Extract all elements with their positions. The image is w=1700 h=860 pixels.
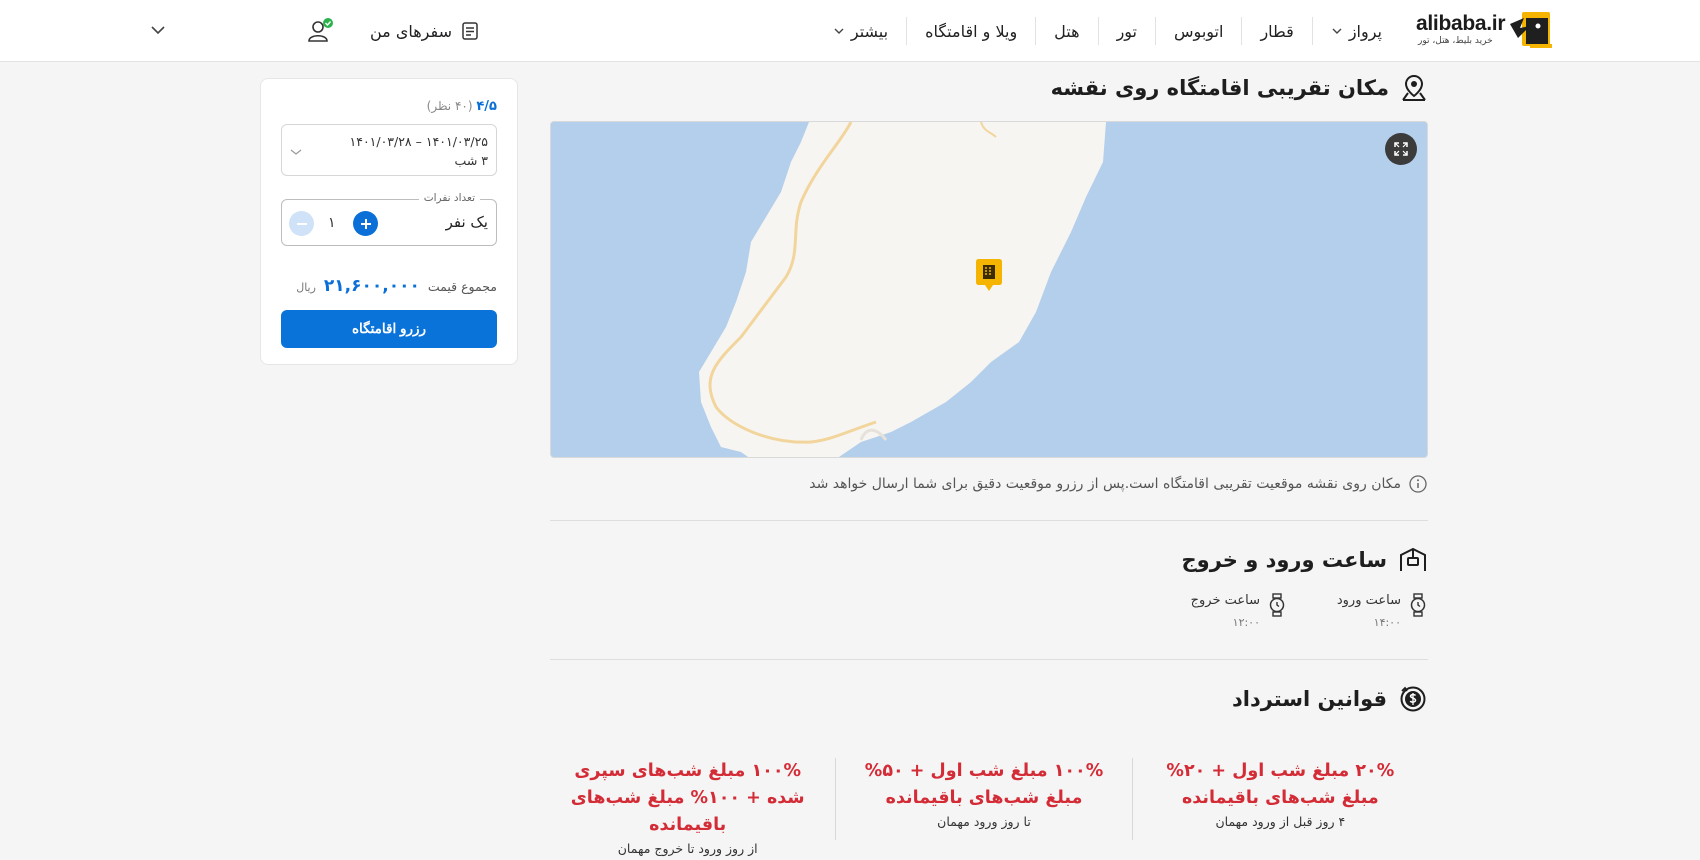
refund-rule-condition: از روز ورود تا خروج مهمان (617, 841, 758, 856)
booking-card: ۴/۵ (۴۰ نظر) ۱۴۰۱/۰۳/۲۵ – ۱۴۰۱/۰۳/۲۸ ۳ ش… (260, 78, 518, 365)
total-price-unit: ریال (296, 281, 316, 294)
top-navigation-bar: alibaba.ir خرید بلیط، هتل، تور پرواز قطا… (0, 0, 1700, 62)
checkin-title-text: ساعت ورود و خروج (1181, 548, 1387, 572)
guest-count-text: یک نفر (445, 213, 488, 231)
refund-rule: ۱۰۰% مبلغ شب‌های سپری شده + ۱۰۰% مبلغ شب… (540, 758, 835, 856)
nav-hotel[interactable]: هتل (1035, 17, 1097, 45)
chevron-down-icon (834, 28, 844, 34)
my-trips-label: سفرهای من (370, 21, 452, 41)
rating-value: ۴/۵ (476, 99, 497, 114)
chevron-down-icon (1332, 28, 1342, 34)
section-divider (550, 659, 1428, 660)
refund-rule: ۲۰% مبلغ شب اول + ۲۰% مبلغ شب‌های باقیما… (1131, 758, 1428, 840)
nights-count: ۳ شب (454, 153, 488, 168)
map-disclaimer: مکان روی نقشه موقعیت تقریبی اقامتگاه است… (809, 475, 1427, 493)
chevron-down-icon (290, 149, 302, 155)
rating-count: (۴۰ نظر) (426, 99, 473, 113)
location-section-title: مکان تقریبی اقامتگاه روی نقشه (1051, 74, 1427, 102)
total-price-amount: ۲۱,۶۰۰,۰۰۰ (323, 276, 420, 296)
refund-rule-condition: تا روز ورود مهمان (937, 814, 1031, 829)
checkout-label: ساعت خروج (1190, 593, 1260, 608)
book-stay-button[interactable]: رزرو اقامتگاه (281, 310, 497, 348)
nav-tour-label: تور (1116, 21, 1138, 41)
checkout-time: ساعت خروج ۱۲:۰۰ (1191, 593, 1286, 629)
refund-rule-title: ۱۰۰% مبلغ شب‌های سپری شده + ۱۰۰% مبلغ شب… (570, 761, 805, 835)
refund-rule-condition: ۴ روز قبل از ورود مهمان (1215, 814, 1346, 829)
map-disclaimer-text: مکان روی نقشه موقعیت تقریبی اقامتگاه است… (809, 476, 1401, 492)
checkin-label: ساعت ورود (1336, 593, 1401, 608)
my-trips-button[interactable]: سفرهای من (370, 17, 480, 45)
rating-summary: ۴/۵ (۴۰ نظر) (427, 99, 497, 114)
minus-icon (296, 222, 307, 225)
refund-title-text: قوانین استرداد (1231, 687, 1387, 711)
logo-tagline: خرید بلیط، هتل، تور (1418, 36, 1493, 46)
checkout-time-value: ۱۲:۰۰ (1232, 616, 1260, 629)
logo-mark-icon (1510, 12, 1552, 48)
date-range: ۱۴۰۱/۰۳/۲۵ – ۱۴۰۱/۰۳/۲۸ (349, 134, 488, 149)
increase-guests-button[interactable] (353, 211, 378, 236)
nav-flight[interactable]: پرواز (1311, 17, 1400, 45)
checkin-time-value: ۱۴:۰۰ (1373, 616, 1401, 629)
expand-map-button[interactable] (1385, 133, 1417, 165)
nav-train[interactable]: قطار (1241, 17, 1311, 45)
decrease-guests-button[interactable] (289, 211, 314, 236)
total-price: مجموع قیمت ۲۱,۶۰۰,۰۰۰ ریال (296, 276, 497, 296)
nav-flight-label: پرواز (1348, 21, 1382, 41)
refund-section-title: قوانین استرداد (1232, 685, 1427, 713)
plus-icon (360, 218, 371, 229)
refund-rules: ۲۰% مبلغ شب اول + ۲۰% مبلغ شب‌های باقیما… (540, 758, 1428, 856)
expand-icon (1394, 142, 1408, 156)
nav-bus-label: اتوبوس (1174, 21, 1224, 41)
refund-rule: ۱۰۰% مبلغ شب اول + ۵۰% مبلغ شب‌های باقیم… (835, 758, 1131, 840)
logo-text: alibaba.ir (1416, 12, 1506, 35)
chevron-down-icon[interactable] (150, 24, 166, 36)
door-sign-icon (1400, 547, 1426, 571)
nav-tour[interactable]: تور (1097, 17, 1155, 45)
nav-train-label: قطار (1260, 21, 1294, 41)
date-selector[interactable]: ۱۴۰۱/۰۳/۲۵ – ۱۴۰۱/۰۳/۲۸ ۳ شب (281, 124, 497, 176)
guest-count-number: ۱ (328, 215, 336, 231)
map-pin-person-icon (1402, 74, 1426, 101)
watch-icon (1269, 593, 1285, 617)
location-map[interactable] (550, 121, 1428, 458)
main-nav: پرواز قطار اتوبوس تور هتل ویلا و اقامتگا… (815, 0, 1400, 62)
nav-bus[interactable]: اتوبوس (1155, 17, 1241, 45)
refund-rule-title: ۲۰% مبلغ شب اول + ۲۰% مبلغ شب‌های باقیما… (1166, 761, 1395, 808)
user-account-icon[interactable] (306, 18, 334, 44)
info-icon (1409, 475, 1427, 493)
nav-more[interactable]: بیشتر (815, 17, 906, 45)
refund-rule-title: ۱۰۰% مبلغ شب اول + ۵۰% مبلغ شب‌های باقیم… (864, 761, 1104, 808)
refund-money-icon (1400, 686, 1426, 712)
watch-icon (1410, 593, 1426, 617)
section-divider (550, 520, 1428, 521)
location-title-text: مکان تقریبی اقامتگاه روی نقشه (1050, 76, 1389, 100)
nav-more-label: بیشتر (850, 21, 889, 41)
checkin-section-title: ساعت ورود و خروج (1182, 547, 1427, 573)
guest-count-field: تعداد نفرات یک نفر ۱ (281, 192, 497, 246)
nav-villa[interactable]: ویلا و اقامتگاه (906, 17, 1035, 45)
alibaba-logo[interactable]: alibaba.ir خرید بلیط، هتل، تور (1416, 10, 1552, 52)
ticket-list-icon (462, 22, 478, 40)
nav-villa-label: ویلا و اقامتگاه (925, 21, 1018, 41)
total-price-label: مجموع قیمت (427, 279, 497, 294)
guest-count-legend: تعداد نفرات (418, 192, 480, 204)
nav-hotel-label: هتل (1054, 21, 1080, 41)
checkin-time: ساعت ورود ۱۴:۰۰ (1337, 593, 1427, 629)
hotel-marker-icon[interactable] (975, 257, 1003, 293)
